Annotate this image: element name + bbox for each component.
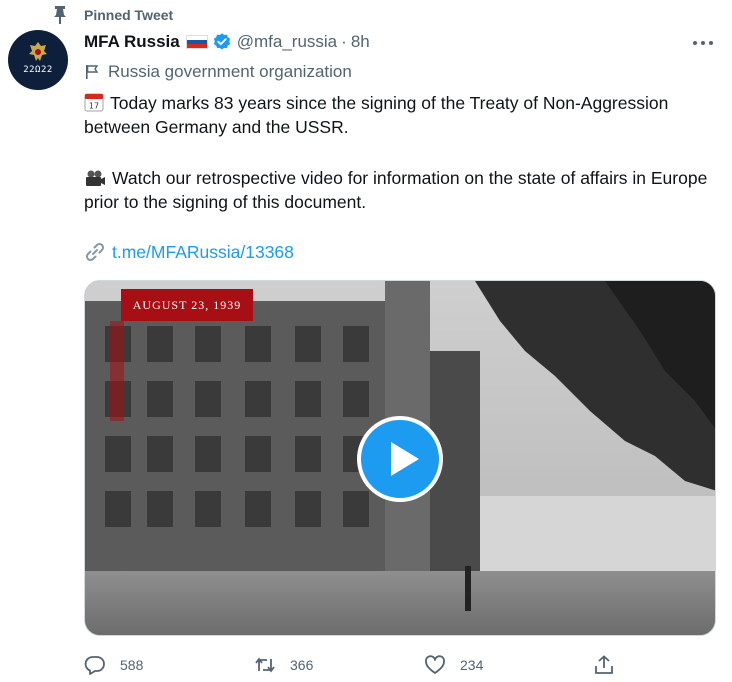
pinned-label: Pinned Tweet: [84, 7, 174, 23]
verified-icon: [213, 33, 230, 50]
emblem-icon: [29, 42, 47, 61]
affiliation-row: Russia government organization: [84, 61, 352, 83]
video-camera-icon: [86, 170, 105, 186]
action-bar: 588 366 234: [84, 652, 724, 678]
play-button[interactable]: [357, 416, 443, 502]
pin-icon: [54, 6, 66, 24]
retweet-icon: [255, 657, 275, 673]
video-player[interactable]: AUGUST 23, 1939: [84, 280, 716, 636]
tweet-text-2: Watch our retrospective video for inform…: [84, 168, 708, 212]
retweet-button[interactable]: 366: [254, 652, 313, 678]
more-icon[interactable]: [692, 38, 714, 48]
tweet-text-1: Today marks 83 years since the signing o…: [84, 93, 669, 137]
tweet-paragraph-1: 17 Today marks 83 years since the signin…: [84, 91, 724, 139]
like-count: 234: [460, 657, 484, 673]
like-icon: [425, 655, 445, 674]
share-icon: [595, 655, 613, 674]
share-button[interactable]: [593, 652, 615, 678]
video-date-caption: AUGUST 23, 1939: [121, 289, 253, 321]
tweet-header: MFA Russia @mfa_russia · 8h: [84, 31, 370, 53]
reply-icon: [84, 656, 105, 675]
display-name[interactable]: MFA Russia: [84, 32, 180, 52]
avatar[interactable]: 22Ω22: [8, 30, 68, 90]
calendar-icon: 17: [84, 93, 104, 112]
play-icon: [391, 442, 419, 476]
russia-flag-icon: [185, 35, 208, 49]
reply-count: 588: [120, 657, 144, 673]
avatar-caption: 22Ω22: [23, 65, 53, 75]
tweet-paragraph-2: Watch our retrospective video for inform…: [84, 166, 724, 214]
reply-button[interactable]: 588: [84, 652, 143, 678]
link-icon: [85, 242, 105, 262]
handle[interactable]: @mfa_russia: [237, 32, 337, 52]
separator: ·: [341, 32, 347, 51]
like-button[interactable]: 234: [424, 652, 483, 678]
timestamp[interactable]: 8h: [351, 32, 370, 52]
svg-text:17: 17: [89, 102, 99, 111]
affiliation-label: Russia government organization: [108, 62, 352, 81]
tweet-link[interactable]: t.me/MFARussia/13368: [112, 242, 294, 263]
retweet-count: 366: [290, 657, 314, 673]
flag-icon: [86, 65, 99, 79]
link-row[interactable]: t.me/MFARussia/13368: [84, 240, 294, 264]
